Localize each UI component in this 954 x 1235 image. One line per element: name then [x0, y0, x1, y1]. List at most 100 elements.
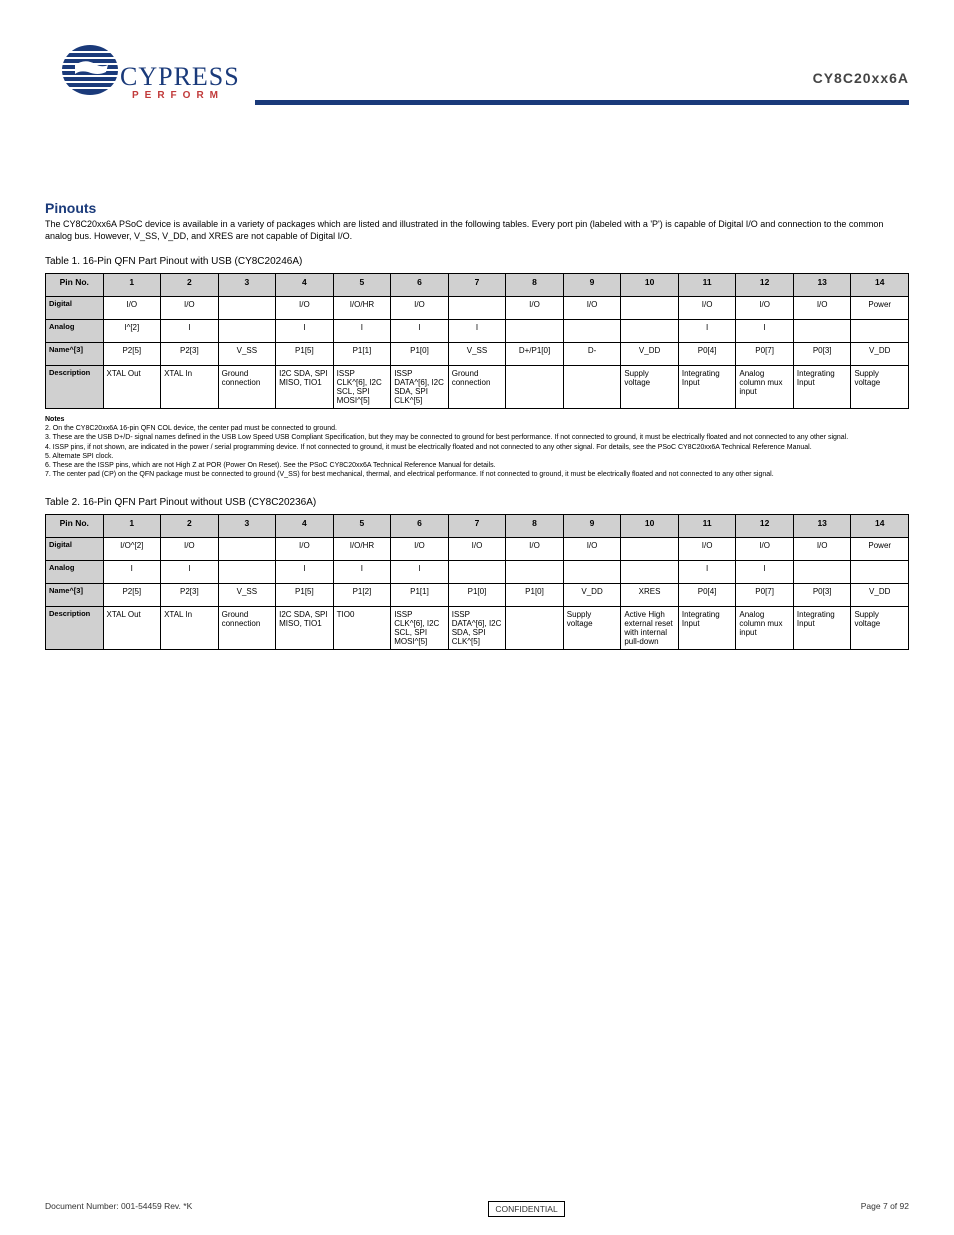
- table-cell: I/O: [448, 537, 506, 560]
- table-cell: P1[5]: [276, 583, 334, 606]
- table-cell: [506, 560, 564, 583]
- table-cell: I/O: [103, 297, 161, 320]
- table-cell: XRES: [621, 583, 679, 606]
- col-header: 11: [678, 514, 736, 537]
- table-cell: P1[0]: [391, 343, 449, 366]
- table-cell: Ground connection: [218, 366, 276, 409]
- table-cell: XTAL In: [161, 606, 219, 649]
- table-cell: I2C SDA, SPI MISO, TIO1: [276, 366, 334, 409]
- col-header: 14: [851, 274, 909, 297]
- table-cell: Supply voltage: [563, 606, 621, 649]
- col-header: 1: [103, 274, 161, 297]
- table-cell: I: [276, 560, 334, 583]
- table-cell: ISSP CLK^[6], I2C SCL, SPI MOSI^[5]: [333, 366, 391, 409]
- row-header: Name^[3]: [46, 343, 104, 366]
- section-description: The CY8C20xx6A PSoC device is available …: [45, 218, 909, 242]
- col-header: 7: [448, 514, 506, 537]
- table-cell: I: [333, 560, 391, 583]
- table-cell: Power: [851, 297, 909, 320]
- row-header: Analog: [46, 560, 104, 583]
- table-cell: Power: [851, 537, 909, 560]
- table-cell: D-: [563, 343, 621, 366]
- table-cell: V_DD: [563, 583, 621, 606]
- table-cell: I/O: [736, 297, 794, 320]
- table-cell: P1[5]: [276, 343, 334, 366]
- table-cell: P2[3]: [161, 583, 219, 606]
- table-cell: P1[1]: [391, 583, 449, 606]
- col-header: 2: [161, 274, 219, 297]
- col-header: 12: [736, 514, 794, 537]
- row-header: Analog: [46, 320, 104, 343]
- row-header: Description: [46, 366, 104, 409]
- table-cell: [448, 560, 506, 583]
- table-cell: I/O: [161, 537, 219, 560]
- table-cell: Ground connection: [218, 606, 276, 649]
- table-cell: Supply voltage: [851, 366, 909, 409]
- col-header: 4: [276, 514, 334, 537]
- page-header: CYPRESS PERFORM CY8C20xx6A: [45, 40, 909, 130]
- table-cell: XTAL Out: [103, 366, 161, 409]
- col-header: 6: [391, 514, 449, 537]
- table-cell: P0[3]: [793, 583, 851, 606]
- table-cell: I/O: [793, 297, 851, 320]
- table-cell: I^[2]: [103, 320, 161, 343]
- table-cell: [563, 320, 621, 343]
- table-cell: I: [736, 560, 794, 583]
- table-cell: P0[3]: [793, 343, 851, 366]
- col-header: Pin No.: [46, 514, 104, 537]
- table-cell: I/O: [563, 537, 621, 560]
- table-cell: ISSP DATA^[6], I2C SDA, SPI CLK^[5]: [391, 366, 449, 409]
- col-header: 5: [333, 514, 391, 537]
- cypress-logo: CYPRESS PERFORM: [60, 40, 255, 120]
- table-cell: I/O: [506, 297, 564, 320]
- table-cell: [621, 537, 679, 560]
- row-header: Description: [46, 606, 104, 649]
- table-cell: TIO0: [333, 606, 391, 649]
- table-cell: I: [103, 560, 161, 583]
- table-cell: I: [161, 560, 219, 583]
- col-header: 6: [391, 274, 449, 297]
- row-header: Digital: [46, 297, 104, 320]
- table-cell: [506, 366, 564, 409]
- table-cell: [621, 320, 679, 343]
- table-cell: I/O: [276, 297, 334, 320]
- table-cell: I/O: [161, 297, 219, 320]
- table-cell: Integrating Input: [793, 606, 851, 649]
- table-cell: [793, 320, 851, 343]
- col-header: 3: [218, 274, 276, 297]
- table-cell: V_DD: [851, 583, 909, 606]
- table-cell: I2C SDA, SPI MISO, TIO1: [276, 606, 334, 649]
- table-cell: I/O: [391, 297, 449, 320]
- table-cell: P1[0]: [506, 583, 564, 606]
- table-cell: I: [678, 320, 736, 343]
- table-cell: [793, 560, 851, 583]
- table-cell: V_SS: [448, 343, 506, 366]
- col-header: 14: [851, 514, 909, 537]
- table-cell: Integrating Input: [793, 366, 851, 409]
- col-header: 13: [793, 274, 851, 297]
- col-header: 10: [621, 514, 679, 537]
- table-cell: P0[7]: [736, 583, 794, 606]
- table-cell: P0[7]: [736, 343, 794, 366]
- table-cell: [563, 560, 621, 583]
- table-cell: V_DD: [621, 343, 679, 366]
- col-header: 12: [736, 274, 794, 297]
- table-cell: V_SS: [218, 583, 276, 606]
- table-cell: Active High external reset with internal…: [621, 606, 679, 649]
- row-header: Name^[3]: [46, 583, 104, 606]
- col-header: 5: [333, 274, 391, 297]
- table-cell: I: [391, 320, 449, 343]
- table-cell: [218, 297, 276, 320]
- table-cell: [218, 537, 276, 560]
- table-cell: XTAL In: [161, 366, 219, 409]
- table-cell: I/O: [793, 537, 851, 560]
- table-cell: P1[1]: [333, 343, 391, 366]
- tables-container: Table 1. 16-Pin QFN Part Pinout with USB…: [45, 256, 909, 660]
- table-cell: P2[5]: [103, 583, 161, 606]
- table-caption: Table 2. 16-Pin QFN Part Pinout without …: [45, 497, 909, 508]
- table-cell: P0[4]: [678, 583, 736, 606]
- table-cell: I/O: [736, 537, 794, 560]
- table-cell: P2[3]: [161, 343, 219, 366]
- table-cell: I/O/HR: [333, 297, 391, 320]
- table-cell: Analog column mux input: [736, 366, 794, 409]
